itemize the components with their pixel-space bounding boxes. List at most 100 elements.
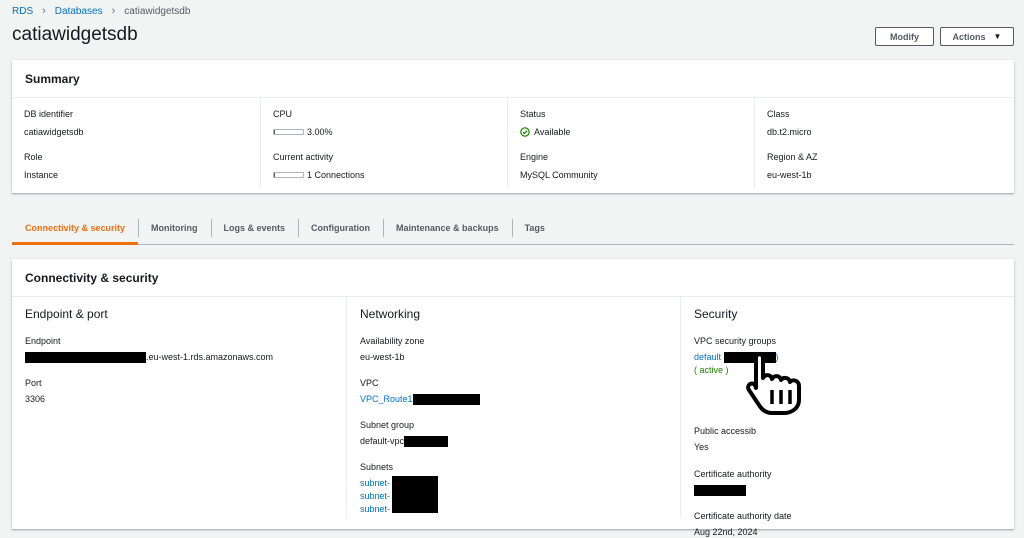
- certificate-authority-field: Certificate authority: [694, 468, 772, 497]
- cpu-field: CPU 3.00%: [273, 109, 333, 137]
- class-field: Class db.t2.micro: [767, 109, 812, 137]
- db-identifier-value: catiawidgetsdb: [24, 127, 84, 137]
- engine-value: MySQL Community: [520, 170, 598, 180]
- subnet-link-1[interactable]: subnet-: [360, 477, 393, 490]
- breadcrumb-current: catiawidgetsdb: [124, 5, 191, 17]
- cpu-meter: [273, 129, 304, 135]
- role-label: Role: [24, 152, 43, 162]
- cpu-value: 3.00%: [307, 127, 333, 137]
- modify-button-label: Modify: [890, 31, 919, 42]
- security-group-close-paren: ): [775, 352, 779, 362]
- current-activity-label: Current activity: [273, 152, 334, 162]
- detail-tabs: Connectivity & security Monitoring Logs …: [12, 212, 1014, 245]
- vpc-security-groups-label: VPC security groups: [694, 336, 777, 346]
- endpoint-value: .eu-west-1.rds.amazonaws.com: [25, 351, 273, 364]
- breadcrumb-databases[interactable]: Databases: [55, 6, 103, 17]
- redacted-block: [392, 476, 438, 513]
- networking-column: Networking Availability zone eu-west-1b …: [346, 297, 680, 517]
- region-az-label: Region & AZ: [767, 152, 818, 162]
- activity-meter: [273, 172, 304, 178]
- subnet-group-label: Subnet group: [360, 420, 415, 430]
- redacted-block: [723, 352, 776, 364]
- summary-column-3: Status Available Engine MySQL Community: [507, 98, 754, 188]
- vpc-label: VPC: [360, 378, 379, 388]
- page-title: catiawidgetsdb: [12, 24, 138, 45]
- subnet-group-value: default-vpc: [360, 436, 405, 446]
- tab-logs-events[interactable]: Logs & events: [210, 212, 299, 244]
- tab-monitoring[interactable]: Monitoring: [138, 212, 211, 244]
- subnet-link-2[interactable]: subnet-: [360, 490, 393, 503]
- current-activity-field: Current activity 1 Connections: [273, 152, 365, 180]
- connectivity-body: Endpoint & port Endpoint .eu-west-1.rds.…: [12, 297, 1014, 537]
- subnets-field: Subnets subnet- subnet- subnet-: [360, 461, 438, 516]
- summary-column-4: Class db.t2.micro Region & AZ eu-west-1b: [754, 98, 1012, 188]
- endpoint-port-column: Endpoint & port Endpoint .eu-west-1.rds.…: [12, 297, 346, 517]
- check-circle-icon: [520, 127, 530, 137]
- db-identifier-field: DB identifier catiawidgetsdb: [24, 109, 84, 137]
- chevron-right-icon: ›: [111, 5, 116, 17]
- redacted-block: [404, 436, 449, 448]
- summary-column-1: DB identifier catiawidgetsdb Role Instan…: [12, 98, 259, 188]
- public-access-label: Public accessib: [694, 426, 757, 436]
- redacted-block: [412, 394, 480, 406]
- networking-title: Networking: [360, 307, 421, 321]
- summary-column-2: CPU 3.00% Current activity 1 Connections: [260, 98, 507, 188]
- db-identifier-label: DB identifier: [24, 109, 74, 119]
- actions-button[interactable]: Actions ▼: [940, 27, 1014, 46]
- availability-zone-field: Availability zone eu-west-1b: [360, 335, 424, 364]
- port-field: Port 3306: [25, 377, 45, 406]
- activity-meter-fill: [274, 173, 275, 177]
- endpoint-label: Endpoint: [25, 336, 61, 346]
- security-group-status: ( active ): [694, 365, 729, 375]
- connectivity-panel: Connectivity & security Endpoint & port …: [12, 259, 1014, 537]
- certificate-date-label: Certificate authority date: [694, 511, 792, 521]
- caret-down-icon: ▼: [993, 32, 1002, 41]
- role-field: Role Instance: [24, 152, 58, 180]
- subnet-link-3[interactable]: subnet-: [360, 503, 393, 516]
- breadcrumb: RDS › Databases › catiawidgetsdb: [12, 5, 190, 17]
- certificate-date-field: Certificate authority date Aug 22nd, 202…: [694, 510, 792, 538]
- region-az-value: eu-west-1b: [767, 170, 812, 180]
- class-value: db.t2.micro: [767, 127, 812, 137]
- cpu-label: CPU: [273, 109, 293, 119]
- tab-configuration[interactable]: Configuration: [298, 212, 383, 244]
- tab-connectivity-security[interactable]: Connectivity & security: [12, 212, 139, 245]
- status-field: Status Available: [520, 109, 570, 137]
- summary-panel: Summary DB identifier catiawidgetsdb Rol…: [12, 60, 1014, 193]
- status-value: Available: [534, 127, 571, 137]
- port-label: Port: [25, 378, 42, 388]
- availability-zone-label: Availability zone: [360, 336, 425, 346]
- current-activity-value: 1 Connections: [307, 170, 365, 180]
- redacted-block: [694, 485, 746, 497]
- modify-button[interactable]: Modify: [875, 27, 934, 46]
- endpoint-port-title: Endpoint & port: [25, 307, 108, 321]
- class-label: Class: [767, 109, 790, 119]
- connectivity-title: Connectivity & security: [12, 259, 1014, 297]
- security-column: Security VPC security groups default ) (…: [680, 297, 1014, 537]
- tab-maintenance-backups[interactable]: Maintenance & backups: [383, 212, 512, 244]
- port-value: 3306: [25, 394, 46, 404]
- breadcrumb-rds[interactable]: RDS: [12, 6, 33, 17]
- vpc-link[interactable]: VPC_Route1: [360, 394, 413, 404]
- engine-field: Engine MySQL Community: [520, 152, 598, 180]
- status-label: Status: [520, 109, 546, 119]
- cpu-meter-fill: [274, 130, 275, 134]
- subnets-label: Subnets: [360, 462, 394, 472]
- summary-title: Summary: [12, 60, 1014, 98]
- public-access-field: Public accessib Yes: [694, 425, 756, 454]
- engine-label: Engine: [520, 152, 549, 162]
- region-az-field: Region & AZ eu-west-1b: [767, 152, 818, 180]
- chevron-right-icon: ›: [42, 5, 46, 17]
- vpc-field: VPC VPC_Route1: [360, 377, 480, 406]
- subnet-group-field: Subnet group default-vpc: [360, 419, 449, 448]
- actions-button-label: Actions: [952, 31, 986, 42]
- status-badge: Available: [520, 127, 570, 137]
- availability-zone-value: eu-west-1b: [360, 352, 405, 362]
- security-title: Security: [694, 307, 738, 321]
- vpc-security-groups-field: VPC security groups default ) ( active ): [694, 335, 779, 377]
- summary-grid: DB identifier catiawidgetsdb Role Instan…: [12, 98, 1014, 193]
- certificate-date-value: Aug 22nd, 2024: [694, 527, 758, 537]
- certificate-authority-label: Certificate authority: [694, 469, 772, 479]
- security-group-link[interactable]: default: [694, 352, 721, 362]
- tab-tags[interactable]: Tags: [511, 212, 558, 244]
